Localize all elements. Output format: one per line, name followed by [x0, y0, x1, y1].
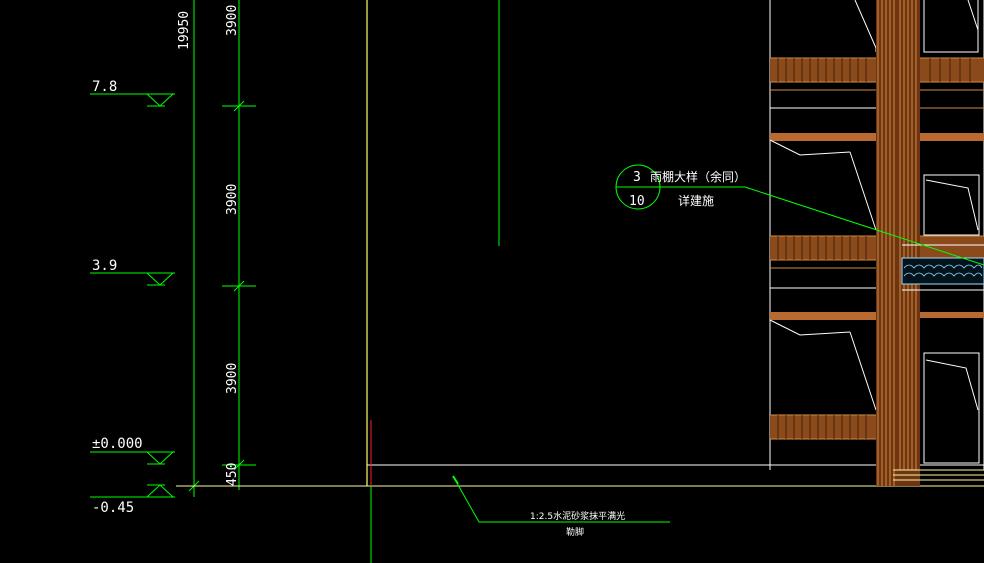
dimension-seg1-text: 3900 — [225, 5, 240, 36]
callout-title: 雨棚大样（余同） — [650, 169, 746, 184]
level-marker-minus: -0.45 — [90, 484, 175, 516]
ground-lines — [176, 0, 984, 563]
callout-sheet-number: 10 — [629, 194, 645, 209]
cad-drawing-canvas[interactable]: 7.8 3.9 ±0.000 -0.45 19950 3900 3900 390… — [0, 0, 984, 563]
dimension-chain: 3900 3900 3900 450 — [222, 0, 256, 490]
level-text: 3.9 — [92, 258, 117, 274]
level-text: 7.8 — [92, 79, 117, 95]
level-marker-7.8: 7.8 — [90, 79, 175, 107]
level-text: ±0.000 — [92, 436, 143, 452]
callout-subtitle: 详建施 — [678, 193, 714, 208]
building-elevation — [769, 0, 984, 486]
ground-note: 1:2.5水泥砂浆抹平满光 勒脚 — [452, 475, 670, 538]
level-marker-zero: ±0.000 — [90, 436, 175, 465]
level-marker-3.9: 3.9 — [90, 258, 175, 286]
ground-note-line2: 勒脚 — [566, 526, 584, 538]
callout-detail-number: 3 — [633, 170, 641, 185]
ground-note-line1: 1:2.5水泥砂浆抹平满光 — [530, 510, 625, 522]
dimension-total-text: 19950 — [177, 11, 192, 50]
dimension-seg4-text: 450 — [225, 463, 240, 486]
dimension-seg2-text: 3900 — [225, 184, 240, 215]
dimension-seg3-text: 3900 — [225, 363, 240, 394]
level-text: -0.45 — [92, 500, 134, 516]
